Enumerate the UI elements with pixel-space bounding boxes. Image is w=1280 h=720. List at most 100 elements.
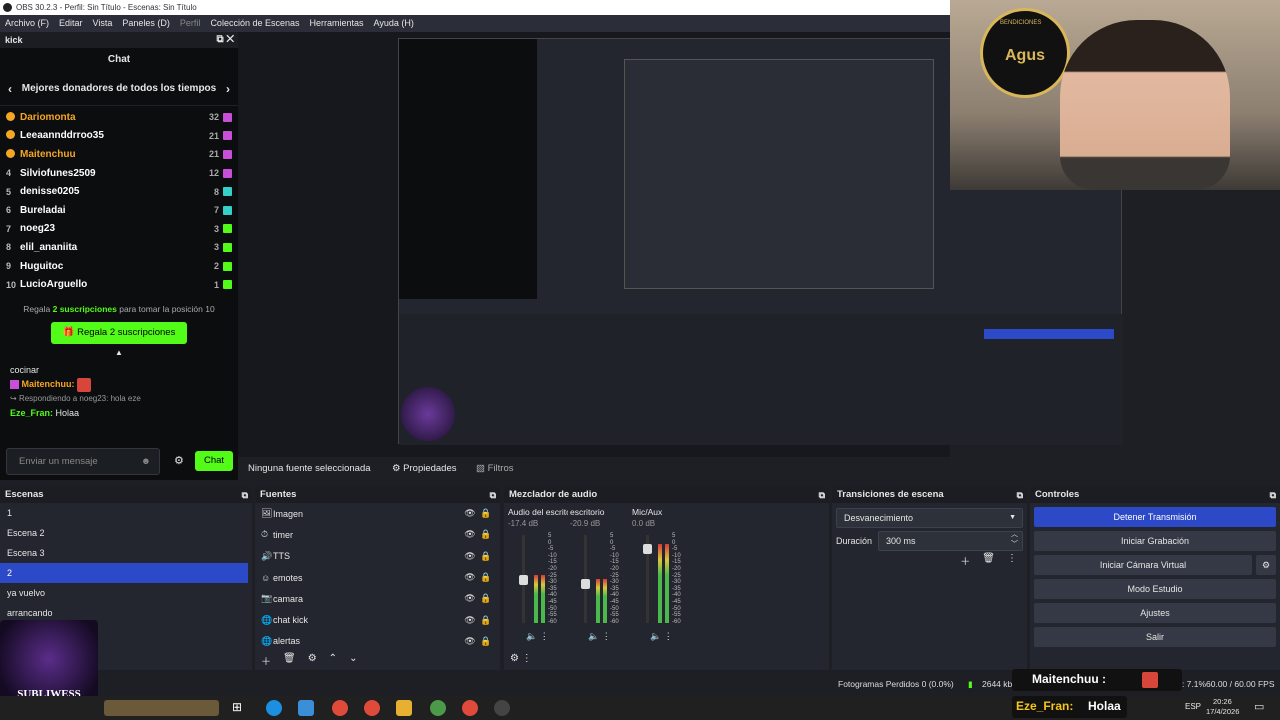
dock-float-close-icon[interactable]: ⧉ ✕: [216, 32, 234, 48]
visibility-eye-icon[interactable]: 👁: [462, 572, 478, 583]
notification-icon[interactable]: ▭: [1254, 700, 1264, 713]
speaker-icon[interactable]: 🔈 ⋮: [526, 631, 549, 642]
menu-editar[interactable]: Editar: [59, 15, 83, 32]
leaderboard-row[interactable]: 7 noeg23 3: [0, 220, 238, 239]
settings-button[interactable]: Ajustes: [1034, 603, 1276, 623]
kebab-icon[interactable]: ⋮: [522, 653, 532, 664]
emoji-icon[interactable]: ☻: [141, 449, 151, 474]
visibility-eye-icon[interactable]: 👁: [462, 529, 478, 540]
stop-streaming-button[interactable]: Detener Transmisión: [1034, 507, 1276, 527]
chrome-icon[interactable]: [462, 700, 478, 716]
leaderboard-row[interactable]: Maitenchuu 21: [0, 145, 238, 164]
undock-icon[interactable]: ⧉: [490, 487, 496, 503]
speaker-icon[interactable]: 🔈 ⋮: [588, 631, 611, 642]
visibility-eye-icon[interactable]: 👁: [462, 636, 478, 647]
add-icon[interactable]: ＋: [261, 653, 271, 668]
lock-icon[interactable]: 🔒: [478, 508, 494, 519]
scene-item[interactable]: Escena 3: [0, 543, 252, 563]
speaker-icon[interactable]: 🔈 ⋮: [650, 631, 673, 642]
leaderboard-row[interactable]: 10 LucioArguello 1: [0, 275, 238, 294]
chat-send-button[interactable]: Chat: [195, 451, 233, 471]
chrome-icon[interactable]: [364, 700, 380, 716]
lock-icon[interactable]: 🔒: [478, 572, 494, 583]
studio-mode-button[interactable]: Modo Estudio: [1034, 579, 1276, 599]
app-icon[interactable]: [298, 700, 314, 716]
leaderboard-row[interactable]: Leeaannddrroo35 21: [0, 127, 238, 146]
start-recording-button[interactable]: Iniciar Grabación: [1034, 531, 1276, 551]
undock-icon[interactable]: ⧉: [819, 487, 825, 503]
clock-date[interactable]: 17/4/2026: [1206, 707, 1239, 716]
chrome-icon[interactable]: [332, 700, 348, 716]
leaderboard-row[interactable]: 6 Bureladai 7: [0, 201, 238, 220]
menu-vista[interactable]: Vista: [93, 15, 113, 32]
lock-icon[interactable]: 🔒: [478, 615, 494, 626]
undock-icon[interactable]: ⧉: [242, 487, 248, 503]
obs-taskbar-icon[interactable]: [494, 700, 510, 716]
language-indicator[interactable]: ESP: [1185, 702, 1201, 711]
source-item[interactable]: 📷 camara 👁 🔒: [255, 588, 500, 609]
leaderboard-row[interactable]: 5 denisse0205 8: [0, 182, 238, 201]
source-item[interactable]: 🔊 TTS 👁 🔒: [255, 546, 500, 567]
leaderboard-row[interactable]: Dariomonta 32: [0, 108, 238, 127]
source-item[interactable]: 🌐 alertas 👁 🔒: [255, 631, 500, 652]
undock-icon[interactable]: ⧉: [1017, 487, 1023, 503]
gift-subs-button[interactable]: 🎁 Regala 2 suscripciones: [51, 321, 187, 344]
menu-archivo[interactable]: Archivo (F): [5, 15, 49, 32]
leaderboard-row[interactable]: 9 Huguitoc 2: [0, 257, 238, 276]
edge-icon[interactable]: [266, 700, 282, 716]
task-view-icon[interactable]: ⊞: [232, 700, 248, 716]
menu-paneles[interactable]: Paneles (D): [122, 15, 170, 32]
chevron-up-icon[interactable]: ⌃: [329, 653, 337, 668]
folder-icon[interactable]: [396, 700, 412, 716]
chevron-left-icon[interactable]: ‹: [8, 82, 12, 96]
clock-time[interactable]: 20:26: [1213, 697, 1232, 706]
gear-icon[interactable]: ⚙: [1256, 555, 1276, 575]
chevron-up-icon[interactable]: ▲: [0, 348, 238, 357]
source-item[interactable]: 🖼 Imagen 👁 🔒: [255, 503, 500, 524]
scene-item[interactable]: 1: [0, 503, 252, 523]
source-item[interactable]: ⏱ timer 👁 🔒: [255, 524, 500, 545]
menu-ayuda[interactable]: Ayuda (H): [374, 15, 414, 32]
volume-slider-handle[interactable]: [581, 579, 590, 589]
add-icon[interactable]: ＋: [960, 553, 970, 568]
kebab-icon[interactable]: ⋮: [1007, 553, 1017, 568]
filters-button[interactable]: ▧ Filtros: [476, 463, 514, 474]
menu-coleccion-escenas[interactable]: Colección de Escenas: [210, 15, 299, 32]
scene-item[interactable]: ya vuelvo: [0, 583, 252, 603]
transition-select[interactable]: Desvanecimiento ▼: [836, 508, 1023, 528]
taskbar-search-box[interactable]: [104, 700, 219, 716]
chrome-icon[interactable]: [430, 700, 446, 716]
source-item[interactable]: 🌐 chat kick 👁 🔒: [255, 609, 500, 630]
visibility-eye-icon[interactable]: 👁: [462, 551, 478, 562]
chevron-down-icon[interactable]: ⌄: [349, 653, 357, 668]
undock-icon[interactable]: ⧉: [1270, 487, 1276, 503]
lock-icon[interactable]: 🔒: [478, 551, 494, 562]
trash-icon[interactable]: 🗑: [283, 653, 296, 668]
volume-slider-handle[interactable]: [519, 575, 528, 585]
lock-icon[interactable]: 🔒: [478, 529, 494, 540]
leaderboard-row[interactable]: 4 Silviofunes2509 12: [0, 164, 238, 183]
stepper-icon[interactable]: ︿ ﹀: [1011, 530, 1018, 550]
chat-input[interactable]: Enviar un mensaje ☻: [6, 448, 160, 475]
exit-button[interactable]: Salir: [1034, 627, 1276, 647]
leaderboard-row[interactable]: 8 elil_ananiita 3: [0, 238, 238, 257]
visibility-eye-icon[interactable]: 👁: [462, 508, 478, 519]
volume-slider-handle[interactable]: [643, 544, 652, 554]
lock-icon[interactable]: 🔒: [478, 636, 494, 647]
gear-icon[interactable]: ⚙: [308, 653, 317, 668]
gear-icon[interactable]: ⚙: [510, 653, 519, 664]
start-virtual-camera-button[interactable]: Iniciar Cámara Virtual: [1034, 555, 1252, 575]
menu-herramientas[interactable]: Herramientas: [310, 15, 364, 32]
scene-item[interactable]: Escena 2: [0, 523, 252, 543]
duration-input[interactable]: 300 ms ︿ ﹀: [878, 531, 1023, 551]
lock-icon[interactable]: 🔒: [478, 593, 494, 604]
chevron-right-icon[interactable]: ›: [226, 82, 230, 96]
properties-button[interactable]: ⚙ Propiedades: [392, 463, 457, 474]
scene-item[interactable]: 2: [0, 563, 248, 583]
source-item[interactable]: ☺ emotes 👁 🔒: [255, 567, 500, 588]
menu-perfil[interactable]: Perfil: [180, 15, 201, 32]
gear-icon[interactable]: ⚙: [174, 454, 184, 467]
trash-icon[interactable]: 🗑: [982, 553, 995, 568]
visibility-eye-icon[interactable]: 👁: [462, 615, 478, 626]
visibility-eye-icon[interactable]: 👁: [462, 593, 478, 604]
